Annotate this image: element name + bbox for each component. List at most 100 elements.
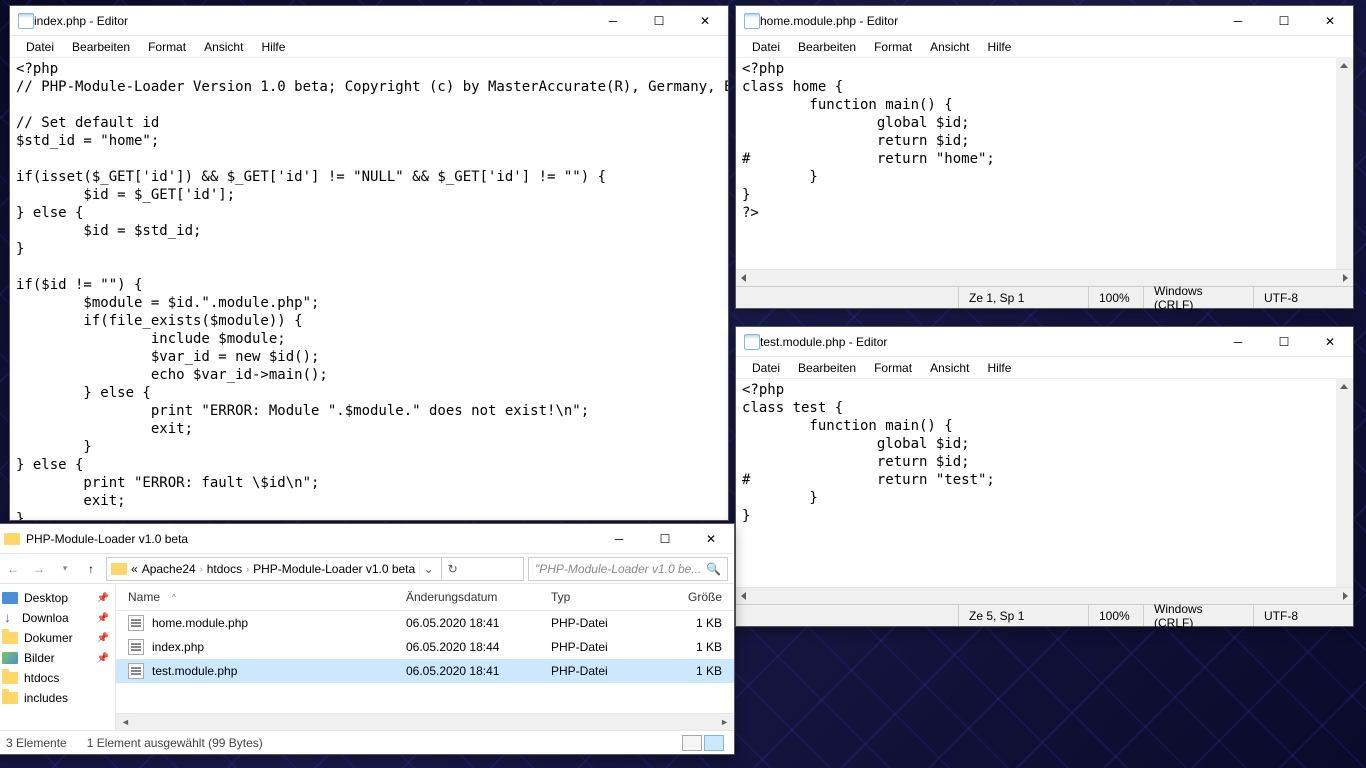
file-type: PHP-Datei — [539, 640, 659, 654]
breadcrumb[interactable]: htdocs› — [207, 562, 249, 576]
folder-icon — [2, 692, 18, 704]
search-input[interactable]: "PHP-Module-Loader v1.0 be... 🔍 — [528, 557, 728, 581]
menu-hilfe[interactable]: Hilfe — [979, 38, 1019, 56]
menu-format[interactable]: Format — [866, 38, 920, 56]
sidebar-item[interactable]: Desktop📌 — [0, 588, 115, 608]
breadcrumb[interactable]: PHP-Module-Loader v1.0 beta — [253, 562, 415, 576]
sidebar-item-label: includes — [24, 691, 68, 705]
file-name: home.module.php — [152, 616, 248, 630]
breadcrumb[interactable]: Apache24› — [142, 562, 203, 576]
vertical-scrollbar[interactable] — [1336, 379, 1353, 587]
statusbar: Ze 1, Sp 1 100% Windows (CRLF) UTF-8 — [736, 286, 1353, 308]
nav-forward-button[interactable]: → — [28, 558, 50, 580]
folder-icon — [111, 563, 127, 575]
file-row[interactable]: index.php06.05.2020 18:44PHP-Datei1 KB — [116, 635, 734, 659]
file-type: PHP-Datei — [539, 664, 659, 678]
sidebar-item-label: Desktop — [24, 591, 68, 605]
cursor-position: Ze 5, Sp 1 — [958, 605, 1088, 626]
nav-back-button[interactable]: ← — [2, 558, 24, 580]
titlebar[interactable]: home.module.php - Editor ─ ☐ ✕ — [736, 6, 1353, 36]
close-button[interactable]: ✕ — [682, 6, 728, 36]
sidebar-item[interactable]: Downloa📌 — [0, 608, 115, 628]
menu-format[interactable]: Format — [140, 38, 194, 56]
explorer-window[interactable]: PHP-Module-Loader v1.0 beta ─ ☐ ✕ ← → ▾ … — [0, 523, 735, 755]
maximize-button[interactable]: ☐ — [1261, 6, 1307, 36]
encoding: UTF-8 — [1253, 287, 1353, 308]
column-name[interactable]: Name^ — [116, 590, 394, 604]
horizontal-scrollbar[interactable] — [736, 269, 1353, 286]
minimize-button[interactable]: ─ — [1215, 327, 1261, 357]
explorer-toolbar: ← → ▾ ↑ « Apache24› htdocs› PHP-Module-L… — [0, 554, 734, 584]
editor-text-area[interactable]: <?php class home { function main() { glo… — [736, 58, 1353, 269]
titlebar[interactable]: PHP-Module-Loader v1.0 beta ─ ☐ ✕ — [0, 524, 734, 554]
menu-datei[interactable]: Datei — [744, 359, 788, 377]
sidebar-item-label: Bilder — [24, 651, 55, 665]
pin-icon: 📌 — [97, 633, 109, 644]
close-button[interactable]: ✕ — [688, 524, 734, 554]
maximize-button[interactable]: ☐ — [1261, 327, 1307, 357]
file-date: 06.05.2020 18:41 — [394, 616, 539, 630]
file-icon — [128, 663, 144, 679]
file-list: Name^ Änderungsdatum Typ Größe home.modu… — [116, 584, 734, 730]
editor-window-home[interactable]: home.module.php - Editor ─ ☐ ✕ Datei Bea… — [735, 5, 1354, 309]
horizontal-scrollbar[interactable] — [736, 587, 1353, 604]
nav-up-button[interactable]: ↑ — [80, 558, 102, 580]
nav-history-dropdown[interactable]: ▾ — [54, 558, 76, 580]
editor-text-area[interactable]: <?php class test { function main() { glo… — [736, 379, 1353, 587]
editor-window-index[interactable]: index.php - Editor ─ ☐ ✕ Datei Bearbeite… — [9, 5, 729, 521]
titlebar[interactable]: test.module.php - Editor ─ ☐ ✕ — [736, 327, 1353, 357]
minimize-button[interactable]: ─ — [590, 6, 636, 36]
file-size: 1 KB — [659, 616, 734, 630]
column-size[interactable]: Größe — [659, 590, 734, 604]
menu-ansicht[interactable]: Ansicht — [922, 359, 977, 377]
sidebar-item[interactable]: htdocs — [0, 668, 115, 688]
menu-datei[interactable]: Datei — [18, 38, 62, 56]
view-details-button[interactable] — [704, 735, 724, 751]
titlebar[interactable]: index.php - Editor ─ ☐ ✕ — [10, 6, 728, 36]
file-icon — [128, 639, 144, 655]
sidebar-item[interactable]: Bilder 📌 — [0, 648, 115, 668]
menu-hilfe[interactable]: Hilfe — [979, 359, 1019, 377]
file-icon — [128, 615, 144, 631]
item-count: 3 Elemente — [6, 736, 67, 750]
menu-format[interactable]: Format — [866, 359, 920, 377]
address-bar[interactable]: « Apache24› htdocs› PHP-Module-Loader v1… — [106, 557, 524, 581]
menubar: Datei Bearbeiten Format Ansicht Hilfe — [736, 36, 1353, 58]
encoding: UTF-8 — [1253, 605, 1353, 626]
column-date[interactable]: Änderungsdatum — [394, 590, 539, 604]
sidebar-item-label: Downloa — [22, 611, 69, 625]
download-icon — [2, 611, 16, 625]
minimize-button[interactable]: ─ — [596, 524, 642, 554]
minimize-button[interactable]: ─ — [1215, 6, 1261, 36]
maximize-button[interactable]: ☐ — [636, 6, 682, 36]
horizontal-scrollbar[interactable]: ◄► — [116, 713, 734, 730]
sidebar-item[interactable]: includes — [0, 688, 115, 708]
refresh-button[interactable]: ↻ — [441, 558, 463, 580]
close-button[interactable]: ✕ — [1307, 6, 1353, 36]
menu-bearbeiten[interactable]: Bearbeiten — [790, 38, 864, 56]
vertical-scrollbar[interactable] — [1336, 58, 1353, 269]
view-thumbnails-button[interactable] — [682, 735, 702, 751]
sidebar-item[interactable]: Dokumer📌 — [0, 628, 115, 648]
menu-ansicht[interactable]: Ansicht — [922, 38, 977, 56]
editor-window-test[interactable]: test.module.php - Editor ─ ☐ ✕ Datei Bea… — [735, 326, 1354, 627]
address-dropdown[interactable]: ⌄ — [419, 562, 437, 576]
window-title: test.module.php - Editor — [760, 335, 1215, 349]
column-headers: Name^ Änderungsdatum Typ Größe — [116, 584, 734, 611]
menu-datei[interactable]: Datei — [744, 38, 788, 56]
editor-text-area[interactable]: <?php // PHP-Module-Loader Version 1.0 b… — [10, 58, 728, 520]
file-row[interactable]: home.module.php06.05.2020 18:41PHP-Datei… — [116, 611, 734, 635]
menu-bearbeiten[interactable]: Bearbeiten — [64, 38, 138, 56]
file-date: 06.05.2020 18:41 — [394, 664, 539, 678]
column-type[interactable]: Typ — [539, 590, 659, 604]
maximize-button[interactable]: ☐ — [642, 524, 688, 554]
line-ending: Windows (CRLF) — [1143, 605, 1253, 626]
pin-icon: 📌 — [97, 653, 109, 664]
menu-bearbeiten[interactable]: Bearbeiten — [790, 359, 864, 377]
file-row[interactable]: test.module.php06.05.2020 18:41PHP-Datei… — [116, 659, 734, 683]
zoom-level: 100% — [1088, 287, 1143, 308]
file-date: 06.05.2020 18:44 — [394, 640, 539, 654]
close-button[interactable]: ✕ — [1307, 327, 1353, 357]
menu-hilfe[interactable]: Hilfe — [253, 38, 293, 56]
menu-ansicht[interactable]: Ansicht — [196, 38, 251, 56]
